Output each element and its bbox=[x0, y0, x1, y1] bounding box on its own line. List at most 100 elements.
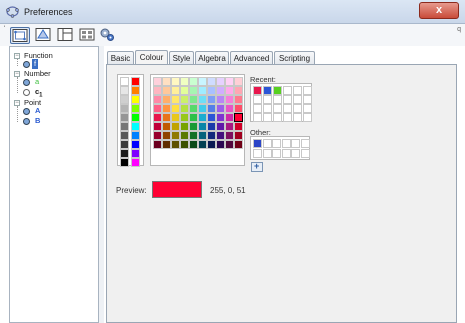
colour-swatch[interactable] bbox=[225, 122, 234, 131]
colour-swatch[interactable] bbox=[189, 95, 198, 104]
tree-item-f[interactable]: f bbox=[10, 59, 98, 69]
graphics2-prefs-button[interactable] bbox=[34, 27, 54, 44]
colour-swatch[interactable] bbox=[131, 131, 140, 140]
colour-swatch[interactable] bbox=[162, 122, 171, 131]
colour-swatch[interactable] bbox=[234, 122, 243, 131]
colour-swatch[interactable] bbox=[120, 140, 129, 149]
colour-swatch[interactable] bbox=[180, 131, 189, 140]
colour-swatch[interactable] bbox=[234, 104, 243, 113]
colour-swatch[interactable] bbox=[180, 95, 189, 104]
colour-swatch[interactable] bbox=[162, 77, 171, 86]
colour-swatch[interactable] bbox=[153, 86, 162, 95]
close-button[interactable]: x bbox=[419, 2, 459, 19]
split-divider[interactable] bbox=[99, 46, 104, 323]
colour-swatch[interactable] bbox=[198, 131, 207, 140]
tab-advanced[interactable]: Advanced bbox=[230, 51, 273, 65]
colour-swatch[interactable] bbox=[120, 77, 129, 86]
colour-swatch[interactable] bbox=[189, 131, 198, 140]
colour-swatch[interactable] bbox=[153, 95, 162, 104]
colour-swatch[interactable] bbox=[198, 113, 207, 122]
empty-other-slot[interactable] bbox=[291, 149, 300, 158]
empty-other-slot[interactable] bbox=[272, 139, 281, 148]
colour-swatch[interactable] bbox=[171, 113, 180, 122]
colour-swatch[interactable] bbox=[216, 95, 225, 104]
colour-swatch[interactable] bbox=[207, 77, 216, 86]
colour-swatch[interactable] bbox=[207, 95, 216, 104]
empty-recent-slot[interactable] bbox=[263, 95, 272, 104]
tree-item-a[interactable]: a bbox=[10, 77, 98, 87]
colour-swatch[interactable] bbox=[171, 140, 180, 149]
empty-recent-slot[interactable] bbox=[253, 104, 262, 113]
colour-swatch[interactable] bbox=[162, 95, 171, 104]
empty-recent-slot[interactable] bbox=[263, 113, 272, 122]
colour-swatch[interactable] bbox=[198, 140, 207, 149]
colour-swatch[interactable] bbox=[198, 77, 207, 86]
colour-swatch[interactable] bbox=[207, 86, 216, 95]
colour-swatch[interactable] bbox=[234, 95, 243, 104]
colour-swatch[interactable] bbox=[120, 158, 129, 167]
layout-prefs-button[interactable] bbox=[56, 27, 76, 44]
empty-other-slot[interactable] bbox=[281, 149, 291, 158]
colour-swatch[interactable] bbox=[131, 158, 140, 167]
empty-recent-slot[interactable] bbox=[303, 95, 312, 104]
tab-basic[interactable]: Basic bbox=[107, 51, 134, 65]
other-colour-swatch[interactable] bbox=[253, 139, 262, 148]
empty-other-slot[interactable] bbox=[272, 149, 281, 158]
colour-swatch[interactable] bbox=[189, 113, 198, 122]
object-tree[interactable]: − Function f − Number a c1 − Point A B bbox=[9, 46, 99, 323]
colour-swatch[interactable] bbox=[162, 113, 171, 122]
colour-swatch[interactable] bbox=[120, 122, 129, 131]
colour-swatch[interactable] bbox=[120, 131, 129, 140]
colour-swatch[interactable] bbox=[131, 122, 140, 131]
colour-swatch[interactable] bbox=[153, 122, 162, 131]
empty-recent-slot[interactable] bbox=[283, 113, 292, 122]
colour-swatch[interactable] bbox=[131, 113, 140, 122]
colour-swatch[interactable] bbox=[234, 86, 243, 95]
colour-swatch[interactable] bbox=[171, 86, 180, 95]
colour-swatch[interactable] bbox=[234, 77, 243, 86]
colour-swatch[interactable] bbox=[162, 131, 171, 140]
empty-recent-slot[interactable] bbox=[293, 95, 302, 104]
colour-swatch[interactable] bbox=[162, 140, 171, 149]
colour-swatch[interactable] bbox=[189, 86, 198, 95]
colour-swatch[interactable] bbox=[162, 86, 171, 95]
colour-swatch[interactable] bbox=[180, 104, 189, 113]
colour-swatch[interactable] bbox=[120, 86, 129, 95]
empty-recent-slot[interactable] bbox=[293, 113, 302, 122]
graphics-prefs-button[interactable] bbox=[10, 27, 30, 44]
empty-recent-slot[interactable] bbox=[283, 104, 292, 113]
empty-other-slot[interactable] bbox=[291, 139, 300, 148]
advanced-prefs-button[interactable] bbox=[98, 27, 118, 44]
colour-swatch[interactable] bbox=[180, 113, 189, 122]
colour-swatch[interactable] bbox=[225, 140, 234, 149]
colour-swatch[interactable] bbox=[171, 77, 180, 86]
colour-swatch[interactable] bbox=[153, 113, 162, 122]
empty-recent-slot[interactable] bbox=[293, 104, 302, 113]
colour-swatch[interactable] bbox=[216, 122, 225, 131]
colour-swatch[interactable] bbox=[171, 131, 180, 140]
empty-recent-slot[interactable] bbox=[293, 86, 302, 95]
colour-swatch[interactable] bbox=[120, 113, 129, 122]
colour-swatch[interactable] bbox=[131, 95, 140, 104]
tree-item-A[interactable]: A bbox=[10, 106, 98, 116]
colour-swatch[interactable] bbox=[225, 77, 234, 86]
colour-swatch[interactable] bbox=[207, 104, 216, 113]
tab-algebra[interactable]: Algebra bbox=[195, 51, 229, 65]
colour-swatch[interactable] bbox=[131, 104, 140, 113]
empty-recent-slot[interactable] bbox=[253, 95, 262, 104]
colour-swatch[interactable] bbox=[198, 95, 207, 104]
colour-swatch[interactable] bbox=[131, 86, 140, 95]
colour-swatch[interactable] bbox=[171, 95, 180, 104]
colour-swatch[interactable] bbox=[180, 77, 189, 86]
add-custom-colour-button[interactable] bbox=[251, 161, 263, 172]
colour-swatch[interactable] bbox=[131, 77, 140, 86]
colour-swatch[interactable] bbox=[171, 104, 180, 113]
colour-swatch[interactable] bbox=[153, 131, 162, 140]
empty-recent-slot[interactable] bbox=[273, 104, 282, 113]
empty-recent-slot[interactable] bbox=[253, 113, 262, 122]
colour-swatch[interactable] bbox=[180, 122, 189, 131]
recent-colour-swatch[interactable] bbox=[273, 86, 282, 95]
recent-colour-swatch[interactable] bbox=[253, 86, 262, 95]
colour-swatch[interactable] bbox=[234, 131, 243, 140]
empty-recent-slot[interactable] bbox=[303, 104, 312, 113]
